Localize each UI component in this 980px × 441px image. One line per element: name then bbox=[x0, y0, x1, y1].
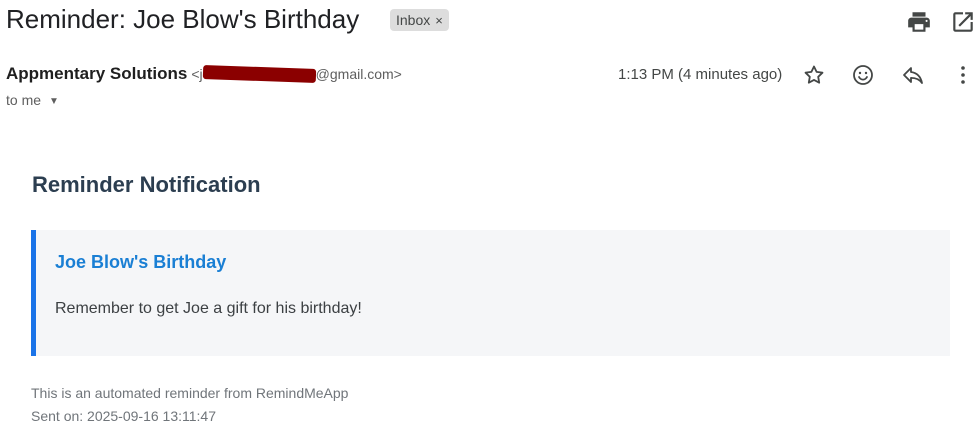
sender-email-prefix: <j bbox=[191, 66, 203, 82]
reminder-title: Joe Blow's Birthday bbox=[55, 252, 227, 272]
sender-email: <j @gmail.com> bbox=[191, 65, 402, 83]
open-in-new-icon[interactable] bbox=[950, 9, 976, 35]
more-vert-icon[interactable] bbox=[951, 63, 975, 87]
redaction-mark bbox=[202, 65, 316, 83]
print-icon[interactable] bbox=[906, 9, 932, 35]
sender-name[interactable]: Appmentary Solutions bbox=[6, 64, 187, 83]
reminder-card: Joe Blow's Birthday Remember to get Joe … bbox=[31, 230, 950, 356]
sent-on-timestamp: Sent on: 2025-09-16 13:11:47 bbox=[31, 408, 217, 424]
inbox-label-chip[interactable]: Inbox × bbox=[390, 9, 449, 31]
star-icon[interactable] bbox=[802, 63, 826, 87]
email-subject: Reminder: Joe Blow's Birthday bbox=[6, 4, 360, 34]
email-timestamp: 1:13 PM (4 minutes ago) bbox=[618, 66, 783, 83]
sender-email-suffix: @gmail.com> bbox=[315, 66, 402, 82]
recipient-label: to me bbox=[6, 92, 42, 108]
automated-note: This is an automated reminder from Remin… bbox=[31, 385, 349, 401]
remove-label-icon[interactable]: × bbox=[435, 13, 443, 28]
emoji-icon[interactable] bbox=[851, 63, 875, 87]
sender-line: Appmentary Solutions <j @gmail.com> bbox=[6, 64, 402, 84]
recipient-details[interactable]: to me ▼ bbox=[6, 92, 59, 108]
reply-icon[interactable] bbox=[901, 63, 925, 87]
inbox-label-text: Inbox bbox=[396, 12, 431, 28]
notification-heading: Reminder Notification bbox=[32, 172, 261, 197]
reminder-message: Remember to get Joe a gift for his birth… bbox=[55, 300, 362, 317]
caret-down-icon[interactable]: ▼ bbox=[49, 96, 59, 107]
